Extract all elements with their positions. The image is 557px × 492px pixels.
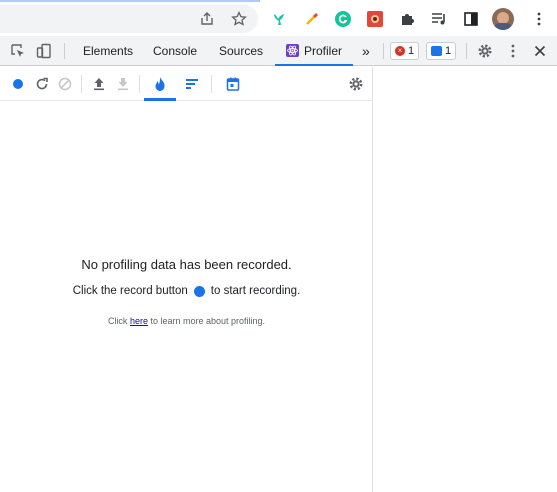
profiler-toolbar [0,67,373,101]
inspect-element-icon[interactable] [9,42,27,60]
devtools-menu-icon[interactable] [504,42,522,60]
empty-state-instruction: Click the record button to start recordi… [0,285,373,297]
tab-sources[interactable]: Sources [219,36,263,66]
page-content-area [374,67,557,492]
error-count: 1 [408,45,415,57]
empty-state: No profiling data has been recorded. Cli… [0,257,373,326]
tab-profiler-label: Profiler [304,44,343,58]
profiler-panel: No profiling data has been recorded. Cli… [0,67,373,492]
reload-profile-icon[interactable] [33,75,51,93]
download-icon[interactable] [114,75,132,93]
kebab-menu-icon[interactable] [530,10,548,28]
star-icon[interactable] [230,10,248,28]
errors-badge[interactable]: × 1 [390,42,420,60]
close-icon[interactable] [531,42,549,60]
tab-console[interactable]: Console [153,36,197,66]
ranked-icon[interactable] [183,75,201,93]
devtools-tab-strip: Elements Console Sources Profiler » × 1 … [0,36,557,66]
tab-elements[interactable]: Elements [83,36,133,66]
flamegraph-icon[interactable] [151,75,169,93]
empty-state-title: No profiling data has been recorded. [81,257,292,272]
active-view-indicator [144,98,176,101]
clear-icon[interactable] [56,75,74,93]
record-icon[interactable] [9,75,27,93]
instruction-pre: Click the record button [72,285,188,297]
learn-post: to learn more about profiling. [150,316,266,326]
share-icon[interactable] [198,10,216,28]
red-extension-icon[interactable] [366,10,384,28]
avatar[interactable] [492,8,514,30]
messages-badge[interactable]: 1 [426,42,457,60]
device-toolbar-icon[interactable] [35,42,53,60]
upload-icon[interactable] [90,75,108,93]
timeline-icon[interactable] [224,75,242,93]
devtools-settings-icon[interactable] [476,42,494,60]
browser-toolbar [0,2,557,36]
error-icon: × [395,46,405,56]
message-icon [431,46,442,56]
grammarly-extension-icon[interactable] [334,10,352,28]
settings-icon[interactable] [347,75,365,93]
react-icon [286,44,299,57]
more-tabs-button[interactable]: » [362,36,370,66]
bird-extension-icon[interactable] [270,10,288,28]
eyedropper-extension-icon[interactable] [303,10,321,28]
learn-more-link[interactable]: here [130,316,148,326]
learn-pre: Click [107,316,128,326]
address-bar[interactable] [0,5,258,33]
inline-record-icon[interactable] [193,285,205,297]
media-queue-icon[interactable] [430,10,448,28]
learn-more-text: Click here to learn more about profiling… [0,316,373,326]
puzzle-extensions-icon[interactable] [398,10,416,28]
side-panel-icon[interactable] [462,10,480,28]
instruction-post: to start recording. [210,285,301,297]
tab-profiler[interactable]: Profiler [275,36,353,66]
message-count: 1 [445,45,452,57]
